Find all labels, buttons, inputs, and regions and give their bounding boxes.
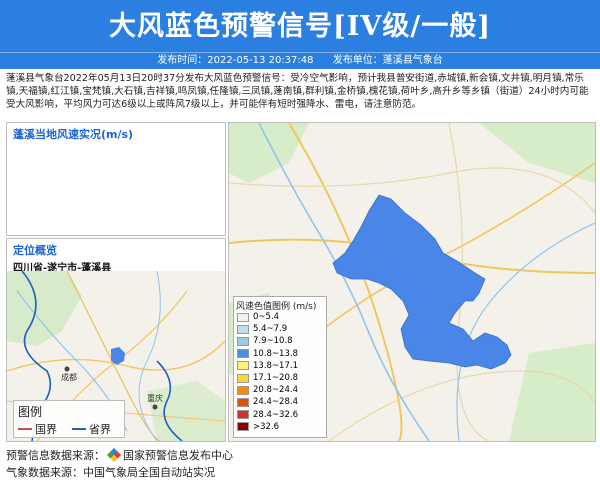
boundary-legend: 图例 国界 省界 (13, 400, 125, 438)
wind-legend-label: 17.1~20.8 (253, 373, 298, 383)
wind-legend-item: 28.4~32.6 (237, 410, 298, 420)
wind-legend-swatch (237, 336, 249, 346)
source-line: 预警信息数据来源： 国家预警信息发布中心 (6, 447, 233, 463)
wind-legend-label: 7.9~10.8 (253, 336, 293, 347)
wind-legend-label: >32.6 (253, 421, 280, 432)
wind-legend-swatch (237, 361, 249, 371)
wind-speed-panel: 蓬溪当地风速实况(m/s) (6, 122, 226, 236)
national-border-swatch (18, 428, 32, 430)
publish-time: 发布时间：2022-05-13 20:37:48 (157, 55, 314, 66)
city-label-chengdu: 成都 (61, 372, 77, 382)
source-name[interactable]: 国家预警信息发布中心 (123, 447, 233, 463)
wind-legend-item: >32.6 (237, 422, 279, 432)
wind-legend-label: 20.8~24.4 (253, 385, 298, 396)
warning-header: 大风蓝色预警信号[IV级/一般] (0, 0, 600, 52)
wind-legend-item: 10.8~13.8 (237, 349, 298, 359)
boundary-legend-title: 图例 (18, 405, 43, 419)
weather-data-source: 气象数据来源：中国气象局全国自动站实况 (6, 466, 215, 479)
wind-legend-item: 0~5.4 (237, 312, 279, 322)
wind-legend-item: 7.9~10.8 (237, 336, 293, 346)
city-label-chongqing: 重庆 (147, 393, 163, 403)
wind-legend-label: 13.8~17.1 (253, 360, 298, 371)
publish-info-bar: 发布时间：2022-05-13 20:37:48 发布单位：蓬溪县气象台 (0, 52, 600, 69)
wind-legend-item: 13.8~17.1 (237, 361, 298, 371)
wind-legend-label: 10.8~13.8 (253, 348, 298, 359)
wind-legend-swatch (237, 397, 249, 407)
wind-legend-label: 0~5.4 (253, 312, 280, 322)
wind-legend-swatch (237, 385, 249, 395)
provincial-border-swatch (72, 428, 86, 430)
wind-legend-swatch (237, 373, 249, 383)
wind-speed-panel-title: 蓬溪当地风速实况(m/s) (13, 128, 134, 141)
location-panel-title: 定位概览 (13, 244, 57, 257)
wind-legend-swatch (237, 422, 249, 432)
publish-unit: 发布单位：蓬溪县气象台 (332, 55, 443, 66)
wind-legend-item: 5.4~7.9 (237, 324, 287, 334)
warning-description: 蓬溪县气象台2022年05月13日20时37分发布大风蓝色预警信号：受冷空气影响… (6, 73, 589, 110)
wind-legend-swatch (237, 312, 249, 322)
wind-legend-item: 20.8~24.4 (237, 385, 298, 395)
wind-legend-label: 28.4~32.6 (253, 409, 298, 420)
wind-speed-legend: 风速色值图例 (m/s) 0~5.4 5.4~7.9 7.9~10.8 10.8~13… (233, 296, 327, 438)
wind-legend-swatch (237, 410, 249, 420)
warning-center-logo-icon (106, 447, 122, 463)
wind-legend-item: 17.1~20.8 (237, 373, 298, 383)
wind-legend-title: 风速色值图例 (m/s) (236, 302, 317, 312)
wind-legend-swatch (237, 324, 249, 334)
source-label: 预警信息数据来源： (6, 449, 105, 462)
legend-item-provincial-border: 省界 (72, 421, 111, 437)
wind-legend-label: 24.4~28.4 (253, 397, 298, 408)
wind-legend-label: 5.4~7.9 (253, 324, 288, 335)
legend-item-national-border: 国界 (18, 421, 57, 437)
wind-legend-swatch (237, 349, 249, 359)
wind-legend-item: 24.4~28.4 (237, 397, 298, 407)
warning-title: 大风蓝色预警信号[IV级/一般] (109, 11, 491, 42)
